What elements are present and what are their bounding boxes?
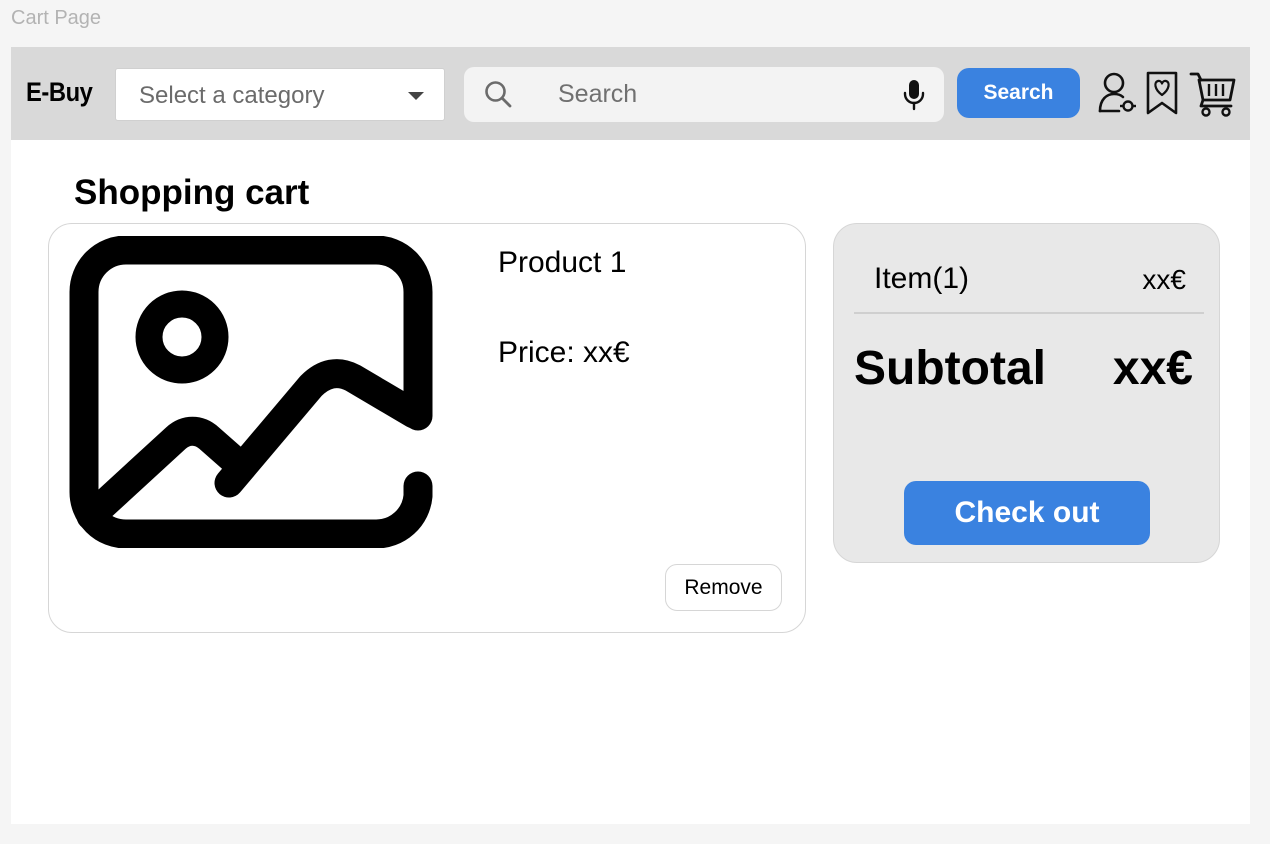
search-placeholder: Search <box>558 80 638 108</box>
page-title: Shopping cart <box>74 173 310 212</box>
wishlist-icon[interactable] <box>1144 71 1180 115</box>
microphone-icon[interactable] <box>902 79 926 111</box>
product-name[interactable]: Product 1 <box>498 246 626 280</box>
summary-item-label: Item(1) <box>874 262 970 295</box>
product-price: Price: xx€ <box>498 336 630 369</box>
category-select[interactable]: Select a category <box>115 68 445 121</box>
divider <box>854 312 1204 314</box>
user-icon[interactable] <box>1097 71 1137 115</box>
summary-item-value: xx€ <box>1142 264 1186 295</box>
frame-label: Cart Page <box>11 7 102 29</box>
checkout-button[interactable]: Check out <box>904 481 1150 545</box>
cart-item-card: Product 1 Price: xx€ Remove <box>48 223 806 633</box>
subtotal-label: Subtotal <box>854 342 1046 395</box>
order-summary: Item(1) xx€ Subtotal xx€ Check out <box>833 223 1220 563</box>
navbar: E-Buy Select a category Search Search <box>11 47 1250 140</box>
search-icon <box>485 81 512 108</box>
chevron-down-icon <box>408 92 424 100</box>
cart-page: E-Buy Select a category Search Search Sh… <box>11 47 1250 824</box>
category-select-value: Select a category <box>139 82 325 109</box>
search-button[interactable]: Search <box>957 68 1080 118</box>
logo[interactable]: E-Buy <box>26 77 93 108</box>
remove-button[interactable]: Remove <box>665 564 782 611</box>
cart-icon[interactable] <box>1189 71 1237 117</box>
search-input[interactable]: Search <box>464 67 944 122</box>
subtotal-value: xx€ <box>1112 342 1193 395</box>
image-placeholder-icon <box>69 236 433 548</box>
